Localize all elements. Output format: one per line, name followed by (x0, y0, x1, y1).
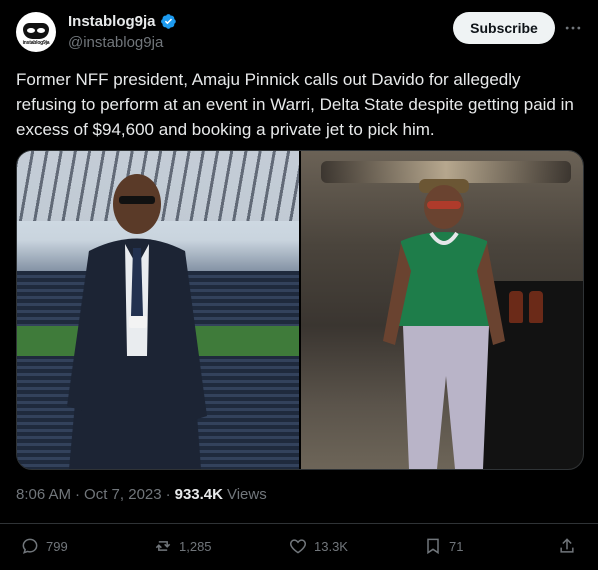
reply-icon (22, 538, 38, 554)
tweet-text: Former NFF president, Amaju Pinnick call… (16, 70, 574, 139)
repost-icon (155, 541, 171, 551)
reply-count: 799 (46, 538, 68, 554)
subscribe-button[interactable]: Subscribe (453, 12, 555, 44)
photo-pinnick-stadium[interactable] (17, 151, 299, 469)
post-time[interactable]: 8:06 AM (16, 486, 71, 503)
action-bar: 799 1,285 13.3K 71 (0, 523, 598, 570)
heart-icon (289, 539, 307, 554)
share-button[interactable] (557, 536, 577, 556)
media-grid[interactable] (16, 150, 584, 470)
bookmark-count: 71 (449, 538, 464, 554)
views-label: Views (226, 486, 267, 503)
bookmark-icon (427, 538, 439, 555)
tweet-card: instablog9ja Instablog9ja @instablog9ja … (0, 0, 598, 569)
repost-count: 1,285 (179, 538, 212, 554)
meta-separator: · (165, 486, 171, 503)
person-in-suit-figure (67, 174, 207, 469)
bookmark-button[interactable]: 71 (423, 536, 463, 556)
photo-davido-room[interactable] (301, 151, 583, 469)
views-count: 933.4K (174, 486, 223, 503)
author-name-row: Instablog9ja (68, 13, 177, 30)
like-button[interactable]: 13.3K (288, 536, 348, 556)
meta-separator: · (75, 486, 81, 503)
repost-button[interactable]: 1,285 (153, 536, 212, 556)
handle[interactable]: @instablog9ja (68, 34, 163, 51)
post-meta: 8:06 AM · Oct 7, 2023 · 933.4K Views (16, 486, 267, 503)
person-in-green-shirt-figure (383, 179, 505, 469)
bottle-right (529, 291, 543, 323)
more-horizontal-icon[interactable] (563, 18, 583, 38)
avatar[interactable]: instablog9ja (16, 12, 56, 52)
mask-logo-icon (23, 22, 49, 39)
verified-badge-icon (160, 14, 176, 29)
reply-button[interactable]: 799 (20, 536, 68, 556)
display-name[interactable]: Instablog9ja (68, 13, 156, 30)
share-icon (560, 538, 574, 553)
avatar-brand-text: instablog9ja (22, 39, 50, 46)
like-count: 13.3K (314, 538, 348, 554)
post-date[interactable]: Oct 7, 2023 (84, 486, 162, 503)
